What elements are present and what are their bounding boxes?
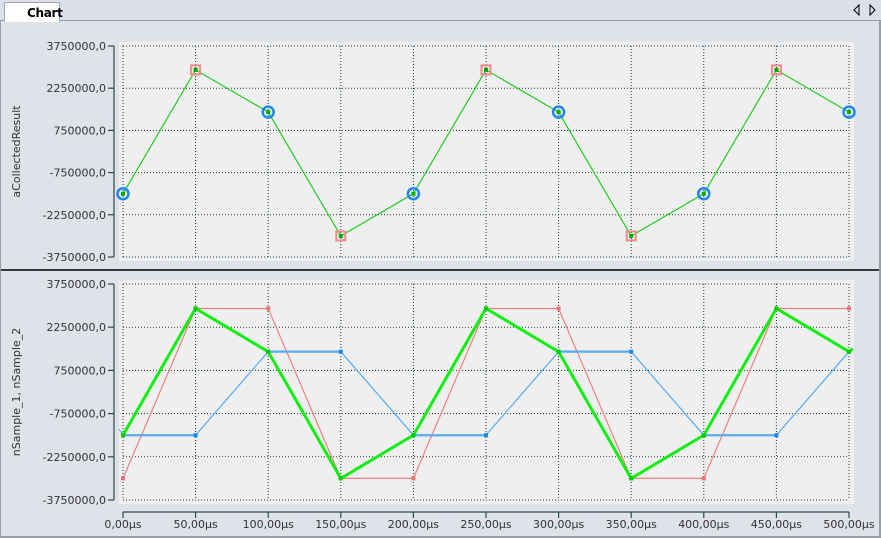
data-point [266, 110, 271, 115]
y-tick-label: -3750000,0 [43, 494, 106, 507]
y-tick-label: 2250000,0 [47, 82, 107, 95]
chart-nsamples: 3750000,0 2250000,0 750000,0 -750000,0 -2250… [10, 278, 875, 531]
x-tick-label: 350,00µs [606, 518, 657, 531]
data-point [193, 433, 198, 438]
data-point [338, 349, 343, 354]
data-point [556, 110, 561, 115]
x-tick-label: 50,00µs [173, 518, 217, 531]
y-tick-label: -750000,0 [50, 408, 106, 421]
data-point [629, 233, 634, 238]
x-tick-label: 100,00µs [243, 518, 294, 531]
x-tick-label: 500,00µs [823, 518, 874, 531]
x-tick-label: 200,00µs [388, 518, 439, 531]
data-point [266, 306, 271, 311]
x-tick-label: 150,00µs [315, 518, 366, 531]
data-point [266, 349, 271, 354]
data-point [556, 349, 561, 354]
y-tick-label: -750000,0 [50, 167, 106, 180]
y-tick-label: -2250000,0 [43, 451, 106, 464]
data-point [556, 306, 561, 311]
y-tick-label: 750000,0 [54, 124, 107, 137]
data-point [774, 433, 779, 438]
data-point [484, 67, 488, 72]
data-point [484, 306, 488, 311]
data-point [847, 349, 851, 354]
data-point [121, 476, 125, 481]
data-point [701, 476, 706, 481]
data-point [338, 476, 343, 481]
chart-acollectedresult: 3750000,0 2250000,0 750000,0 -750000,0 -2250… [10, 40, 856, 264]
data-point [338, 233, 343, 238]
x-tick-label: 300,00µs [533, 518, 584, 531]
data-point [121, 433, 125, 438]
y-tick-label: -3750000,0 [43, 251, 106, 264]
x-tick-label: 0,00µs [104, 518, 141, 531]
data-point [193, 67, 198, 72]
data-point [774, 67, 779, 72]
data-point [121, 191, 125, 196]
y-tick-label: 3750000,0 [47, 278, 107, 291]
data-point [701, 433, 706, 438]
y-tick-label: 2250000,0 [47, 321, 107, 334]
data-point [847, 306, 851, 311]
y-axis-label: nSample_1, nSample_2 [10, 328, 23, 456]
data-point [193, 306, 198, 311]
y-tick-label: -2250000,0 [43, 209, 106, 222]
data-point [847, 110, 851, 115]
data-point [774, 306, 779, 311]
x-tick-label: 450,00µs [751, 518, 802, 531]
x-tick-label: 400,00µs [678, 518, 729, 531]
y-tick-label: 750000,0 [54, 364, 107, 377]
x-tick-label: 250,00µs [460, 518, 511, 531]
data-point [411, 476, 416, 481]
data-point [411, 191, 416, 196]
chart-area: 3750000,0 2250000,0 750000,0 -750000,0 -2250… [1, 40, 879, 531]
data-point [484, 433, 488, 438]
data-point [411, 433, 416, 438]
y-tick-label: 3750000,0 [47, 40, 107, 53]
data-point [629, 476, 634, 481]
y-axis-label: aCollectedResult [10, 105, 23, 198]
data-point [701, 191, 706, 196]
data-point [629, 349, 634, 354]
